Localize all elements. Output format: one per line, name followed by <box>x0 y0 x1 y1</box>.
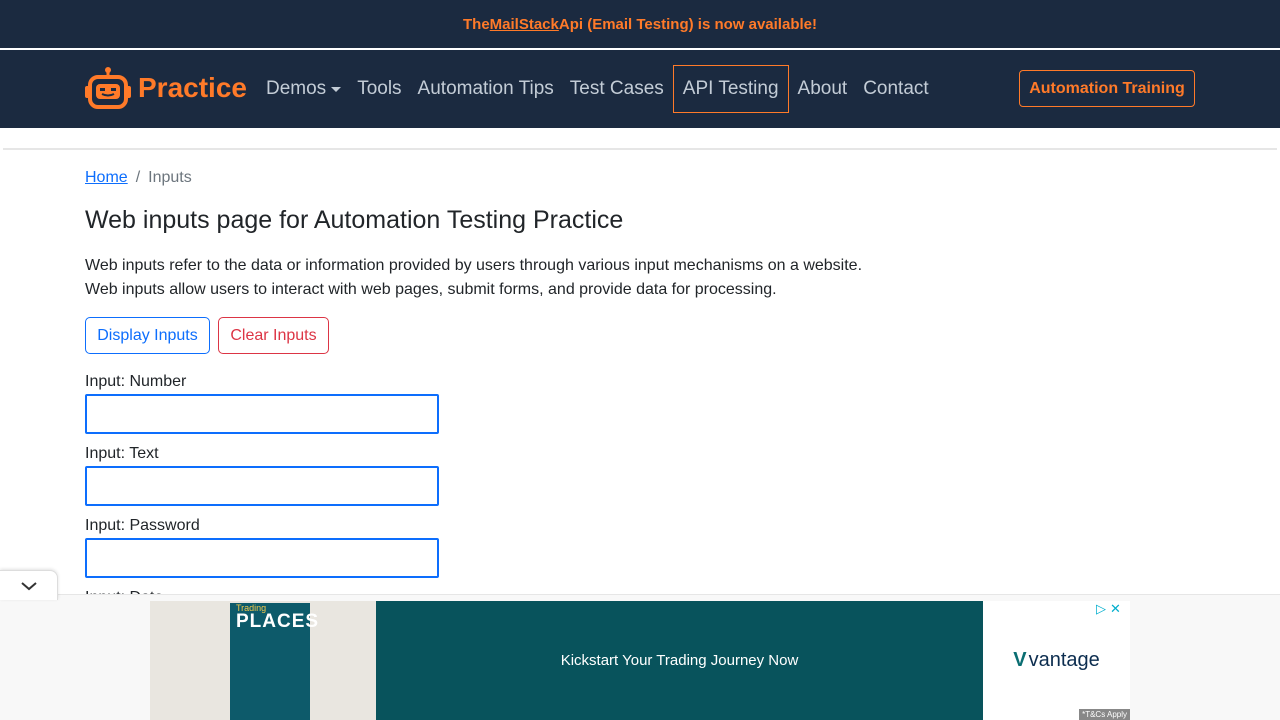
nav-item-demos[interactable]: Demos <box>258 65 349 113</box>
description-line: Web inputs refer to the data or informat… <box>85 257 863 274</box>
breadcrumb-home-link[interactable]: Home <box>85 169 128 187</box>
robot-icon <box>85 67 131 109</box>
nav-menu: Demos Tools Automation Tips Test Cases A… <box>258 65 937 113</box>
nav-item-label: Test Cases <box>569 78 664 99</box>
ad-collapse-toggle[interactable] <box>0 570 58 600</box>
password-input[interactable] <box>85 538 439 578</box>
nav-item-label: Automation Tips <box>417 78 554 99</box>
brand[interactable]: Practice <box>84 66 247 110</box>
page-title: Web inputs page for Automation Testing P… <box>85 206 624 234</box>
clear-inputs-button[interactable]: Clear Inputs <box>218 317 329 354</box>
number-input-label: Input: Number <box>85 373 187 390</box>
breadcrumb-current: Inputs <box>148 169 192 186</box>
announcement-suffix: Api (Email Testing) is now available! <box>558 15 817 33</box>
ad-terms: *T&Cs Apply <box>1079 709 1130 720</box>
breadcrumb-divider: / <box>135 169 141 186</box>
book-title: PLACES <box>236 611 320 632</box>
description-line: Web inputs allow users to interact with … <box>85 281 777 298</box>
announcement-prefix: The <box>463 15 490 33</box>
nav-item-tools[interactable]: Tools <box>349 65 409 113</box>
nav-item-contact[interactable]: Contact <box>855 65 936 113</box>
ad-image: Trading PLACES <box>150 601 376 720</box>
vantage-logo-icon: V <box>1013 649 1027 671</box>
ad-headline: Kickstart Your Trading Journey Now <box>560 652 799 669</box>
nav-item-api-testing[interactable]: API Testing <box>672 65 789 113</box>
announcement-link[interactable]: MailStack <box>490 16 559 33</box>
ad-brand-logo: V vantage <box>983 601 1130 720</box>
ad-banner[interactable]: Trading PLACES Kickstart Your Trading Jo… <box>150 601 1130 720</box>
ad-choices-icon[interactable]: ▷ <box>1096 601 1106 617</box>
announcement-bar: The MailStack Api (Email Testing) is now… <box>0 0 1280 48</box>
nav-item-label: Demos <box>266 78 327 99</box>
ad-brand-name: vantage <box>1028 649 1100 671</box>
brand-name: Practice <box>138 72 247 103</box>
display-inputs-button[interactable]: Display Inputs <box>85 317 210 354</box>
number-input[interactable] <box>85 394 439 434</box>
password-input-label: Input: Password <box>85 517 200 534</box>
caret-down-icon <box>331 86 342 92</box>
nav-item-label: API Testing <box>682 78 779 99</box>
chevron-down-icon <box>20 581 37 590</box>
nav-item-about[interactable]: About <box>790 65 856 113</box>
page-description: Web inputs refer to the data or informat… <box>85 254 862 302</box>
nav-item-test-cases[interactable]: Test Cases <box>562 65 672 113</box>
automation-training-button[interactable]: Automation Training <box>1019 70 1195 107</box>
nav-item-label: Contact <box>863 78 929 99</box>
text-input-label: Input: Text <box>85 445 159 462</box>
nav-item-label: Tools <box>357 78 402 99</box>
close-icon[interactable]: ✕ <box>1110 601 1121 617</box>
header-separator <box>3 148 1277 150</box>
nav-item-automation-tips[interactable]: Automation Tips <box>410 65 562 113</box>
text-input[interactable] <box>85 466 439 506</box>
nav-item-label: About <box>797 78 848 99</box>
navbar: Practice Demos Tools Automation Tips Tes… <box>0 50 1280 128</box>
ad-controls: ▷ ✕ <box>1096 601 1128 617</box>
breadcrumb: Home / Inputs <box>85 169 192 187</box>
